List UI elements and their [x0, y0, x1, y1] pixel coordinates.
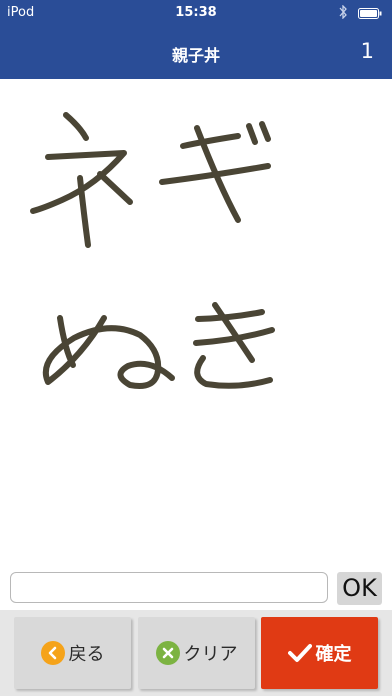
back-arrow-icon — [40, 641, 65, 665]
page-title: 親子丼 — [171, 46, 220, 65]
back-button[interactable]: 戻る — [14, 617, 131, 689]
bluetooth-icon — [339, 5, 347, 19]
stroke — [180, 133, 241, 149]
handwriting-strokes — [30, 112, 275, 389]
input-row: OK — [0, 567, 392, 610]
ok-button[interactable]: OK — [337, 572, 382, 605]
order-count: 1 — [360, 39, 374, 63]
stroke — [194, 355, 273, 389]
clear-button[interactable]: クリア — [138, 617, 255, 689]
handwriting-canvas[interactable] — [0, 79, 392, 567]
status-bar: iPod 15:38 — [0, 0, 392, 26]
clear-x-icon — [155, 641, 180, 665]
stroke — [259, 121, 271, 142]
stroke — [246, 123, 258, 145]
battery-icon — [358, 8, 382, 19]
stroke — [195, 309, 265, 322]
back-label: 戻る — [68, 644, 105, 665]
text-input[interactable] — [10, 572, 328, 603]
checkmark-icon — [287, 644, 312, 662]
clear-label: クリア — [183, 644, 238, 665]
bottom-toolbar: 戻る クリア 確定 — [0, 610, 392, 696]
top-header: iPod 15:38 親子丼 1 — [0, 0, 392, 79]
status-time: 15:38 — [175, 5, 217, 20]
confirm-button[interactable]: 確定 — [261, 617, 378, 689]
stroke — [63, 112, 89, 141]
stroke — [97, 171, 133, 205]
confirm-label: 確定 — [315, 644, 352, 665]
